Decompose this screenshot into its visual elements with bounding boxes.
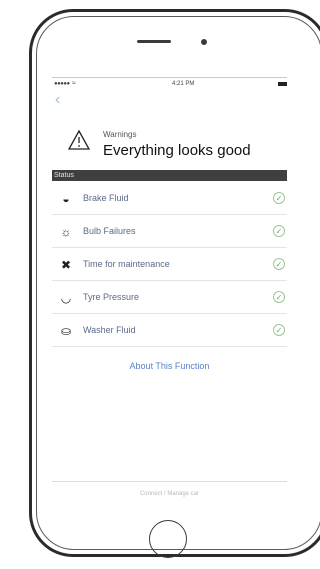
header-title: Everything looks good	[103, 142, 251, 159]
warning-triangle-icon	[68, 130, 90, 150]
speaker-grille	[137, 40, 171, 43]
status-time: 4:21 PM	[172, 81, 195, 87]
front-camera	[201, 39, 207, 45]
status-label: Washer Fluid	[83, 325, 136, 335]
tyre-icon: ◡	[60, 291, 72, 305]
about-function-link[interactable]: About This Function	[52, 361, 287, 371]
wifi-icon: ≈	[72, 80, 76, 87]
warnings-header: Warnings Everything looks good	[52, 118, 287, 170]
check-icon: ✓	[273, 192, 285, 204]
check-icon: ✓	[273, 324, 285, 336]
status-label: Tyre Pressure	[83, 292, 140, 302]
bulb-icon: ☼	[60, 225, 72, 239]
check-icon: ✓	[273, 291, 285, 303]
status-row-tyre-pressure[interactable]: ◡ Tyre Pressure ✓	[52, 281, 287, 314]
status-label: Time for maintenance	[83, 259, 170, 269]
app-screen: ●●●●● ≈ 4:21 PM ‹ Warnings Everything lo…	[52, 77, 287, 519]
status-bar: ●●●●● ≈ 4:21 PM	[52, 78, 287, 92]
status-list: ◒ Brake Fluid ✓ ☼ Bulb Failures ✓ ✖ Time…	[52, 182, 287, 347]
status-row-bulb-failures[interactable]: ☼ Bulb Failures ✓	[52, 215, 287, 248]
header-subtitle: Warnings	[103, 130, 137, 139]
footer-text[interactable]: Connect / Manage car	[52, 491, 287, 497]
washer-icon: ⛀	[60, 324, 72, 338]
signal-icon: ●●●●●	[54, 81, 70, 87]
status-row-brake-fluid[interactable]: ◒ Brake Fluid ✓	[52, 182, 287, 215]
home-button[interactable]	[149, 520, 187, 558]
status-label: Brake Fluid	[83, 193, 129, 203]
check-icon: ✓	[273, 225, 285, 237]
battery-icon	[278, 82, 287, 86]
brake-fluid-icon: ◒	[62, 192, 70, 206]
wrench-icon: ✖	[60, 258, 72, 272]
status-row-washer-fluid[interactable]: ⛀ Washer Fluid ✓	[52, 314, 287, 347]
back-button[interactable]: ‹	[55, 92, 60, 108]
status-row-maintenance[interactable]: ✖ Time for maintenance ✓	[52, 248, 287, 281]
footer-divider	[52, 481, 287, 482]
status-label: Bulb Failures	[83, 226, 136, 236]
status-section-header: Status	[52, 170, 287, 181]
check-icon: ✓	[273, 258, 285, 270]
